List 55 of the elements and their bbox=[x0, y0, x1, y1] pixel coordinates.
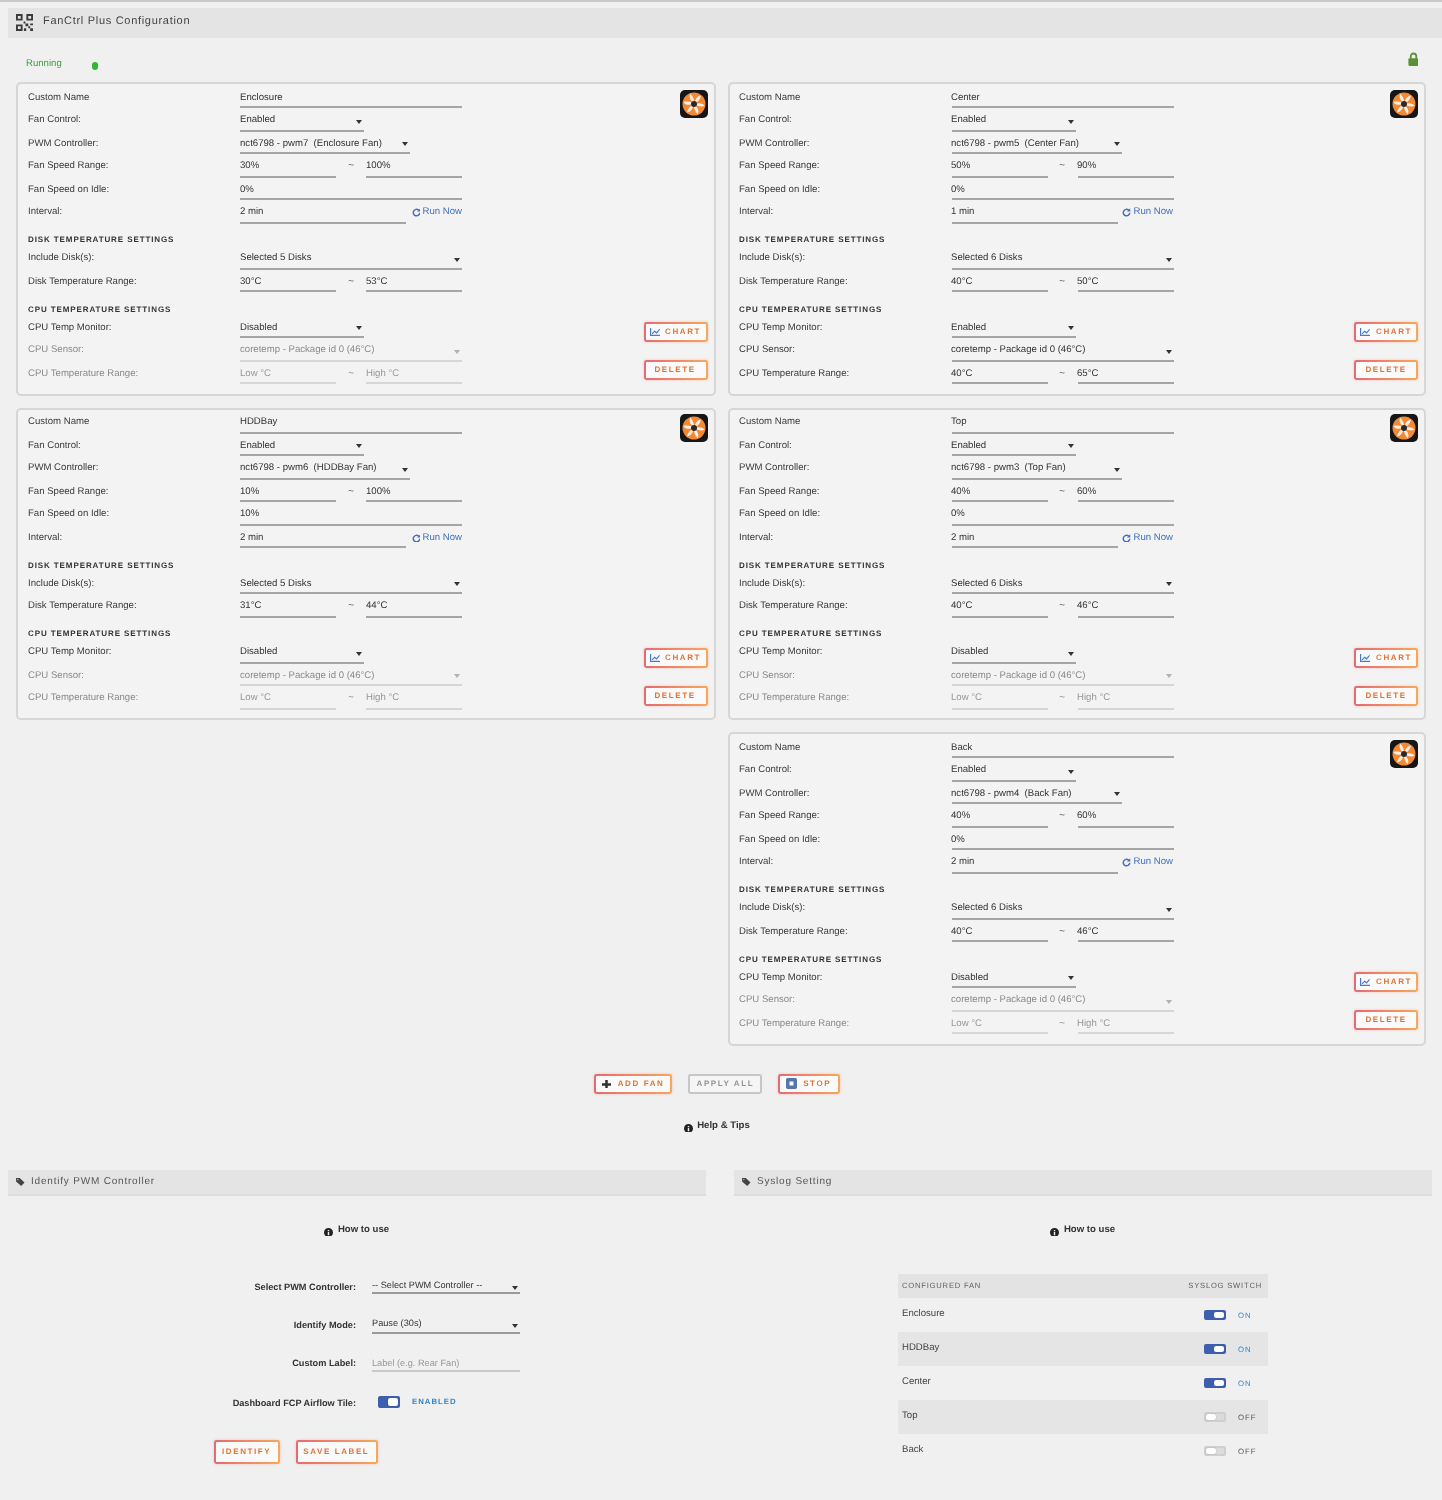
fan-icon bbox=[1390, 89, 1418, 117]
info-icon bbox=[1050, 1227, 1060, 1237]
fan-icon bbox=[679, 414, 707, 442]
fan-icon bbox=[1390, 739, 1418, 767]
caret-icon bbox=[1113, 792, 1119, 797]
caret-icon bbox=[1067, 326, 1073, 331]
caret-icon bbox=[454, 582, 460, 587]
caret-icon bbox=[1067, 976, 1073, 981]
caret-icon bbox=[1067, 651, 1073, 656]
caret-icon bbox=[402, 142, 408, 147]
caret-icon bbox=[454, 349, 460, 354]
info-icon bbox=[684, 1123, 694, 1133]
refresh-icon bbox=[411, 533, 421, 543]
caret-icon bbox=[454, 674, 460, 679]
caret-icon bbox=[356, 119, 362, 124]
caret-icon bbox=[356, 326, 362, 331]
refresh-icon bbox=[411, 208, 421, 218]
refresh-icon bbox=[1122, 858, 1132, 868]
chart-icon bbox=[1360, 653, 1370, 661]
caret-icon bbox=[1165, 257, 1171, 262]
toggle-switch[interactable] bbox=[1204, 1377, 1226, 1389]
caret-icon bbox=[1113, 467, 1119, 472]
tag-icon bbox=[16, 1178, 25, 1186]
tag-icon bbox=[742, 1178, 751, 1186]
fan-icon bbox=[1390, 414, 1418, 442]
caret-icon bbox=[1165, 907, 1171, 912]
chart-icon bbox=[1360, 328, 1370, 336]
caret-icon bbox=[1113, 142, 1119, 147]
refresh-icon bbox=[1122, 533, 1132, 543]
qr-code-icon bbox=[16, 14, 33, 32]
caret-icon bbox=[1165, 582, 1171, 587]
caret-icon bbox=[356, 651, 362, 656]
info-icon bbox=[324, 1227, 334, 1237]
toggle-switch[interactable] bbox=[1204, 1309, 1226, 1321]
toggle-switch[interactable] bbox=[378, 1396, 400, 1408]
fan-icon bbox=[679, 89, 707, 117]
chart-icon bbox=[649, 653, 659, 661]
chart-icon bbox=[649, 328, 659, 336]
plus-icon bbox=[602, 1079, 612, 1089]
caret-icon bbox=[1067, 119, 1073, 124]
caret-icon bbox=[1165, 674, 1171, 679]
caret-icon bbox=[1165, 999, 1171, 1004]
refresh-icon bbox=[1122, 208, 1132, 218]
caret-icon bbox=[1067, 769, 1073, 774]
stop-icon bbox=[786, 1078, 798, 1090]
toggle-switch[interactable] bbox=[1204, 1343, 1226, 1355]
chart-icon bbox=[1360, 978, 1370, 986]
caret-icon bbox=[1165, 349, 1171, 354]
caret-icon bbox=[356, 444, 362, 449]
caret-icon bbox=[512, 1324, 518, 1329]
caret-icon bbox=[1067, 444, 1073, 449]
caret-icon bbox=[454, 257, 460, 262]
caret-icon bbox=[402, 467, 408, 472]
caret-icon bbox=[512, 1285, 518, 1290]
lock-icon bbox=[1407, 52, 1418, 66]
